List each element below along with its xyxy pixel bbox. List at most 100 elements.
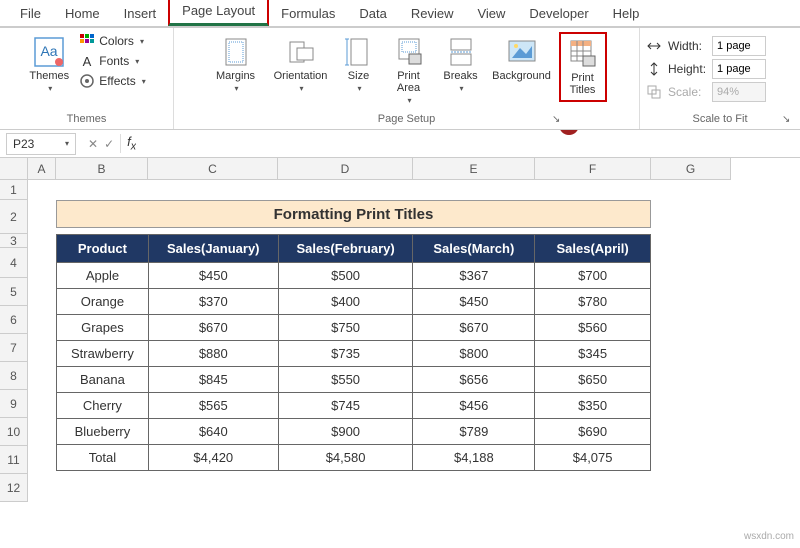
- cell[interactable]: $670: [148, 315, 278, 341]
- height-input[interactable]: [712, 59, 766, 79]
- cell[interactable]: $500: [278, 263, 413, 289]
- cell[interactable]: $456: [413, 393, 535, 419]
- col-c[interactable]: C: [148, 158, 278, 180]
- cell[interactable]: $900: [278, 419, 413, 445]
- row-9[interactable]: 9: [0, 390, 28, 418]
- cell[interactable]: $565: [148, 393, 278, 419]
- cell[interactable]: Blueberry: [57, 419, 149, 445]
- row-6[interactable]: 6: [0, 306, 28, 334]
- row-5[interactable]: 5: [0, 278, 28, 306]
- formula-input[interactable]: [136, 133, 800, 155]
- tab-data[interactable]: Data: [347, 1, 398, 26]
- size-button[interactable]: Size▾: [337, 32, 381, 97]
- themes-button[interactable]: Aa Themes ▾: [25, 32, 73, 97]
- cell[interactable]: $370: [148, 289, 278, 315]
- th-mar[interactable]: Sales(March): [413, 235, 535, 263]
- cell[interactable]: $400: [278, 289, 413, 315]
- col-d[interactable]: D: [278, 158, 413, 180]
- th-product[interactable]: Product: [57, 235, 149, 263]
- tab-formulas[interactable]: Formulas: [269, 1, 347, 26]
- tab-page-layout[interactable]: Page Layout: [168, 0, 269, 26]
- row-12[interactable]: 12: [0, 474, 28, 502]
- row-8[interactable]: 8: [0, 362, 28, 390]
- row-3[interactable]: 3: [0, 234, 28, 248]
- page-setup-launcher[interactable]: ↘: [552, 114, 560, 125]
- col-f[interactable]: F: [535, 158, 651, 180]
- tab-insert[interactable]: Insert: [112, 1, 169, 26]
- table-row: Apple$450$500$367$700: [57, 263, 651, 289]
- colors-button[interactable]: Colors▾: [77, 32, 147, 50]
- cell[interactable]: $880: [148, 341, 278, 367]
- cell[interactable]: $800: [413, 341, 535, 367]
- cell[interactable]: Apple: [57, 263, 149, 289]
- th-jan[interactable]: Sales(January): [148, 235, 278, 263]
- group-themes-label: Themes: [67, 111, 107, 129]
- cell[interactable]: $4,075: [535, 445, 651, 471]
- tab-help[interactable]: Help: [601, 1, 652, 26]
- row-2[interactable]: 2: [0, 200, 28, 234]
- cell[interactable]: $650: [535, 367, 651, 393]
- cell[interactable]: $745: [278, 393, 413, 419]
- margins-button[interactable]: Margins▾: [207, 32, 265, 97]
- cancel-icon[interactable]: ✕: [88, 137, 98, 151]
- print-area-button[interactable]: Print Area▾: [385, 32, 433, 109]
- cell[interactable]: $367: [413, 263, 535, 289]
- tab-home[interactable]: Home: [53, 1, 112, 26]
- cell[interactable]: $550: [278, 367, 413, 393]
- cell[interactable]: $350: [535, 393, 651, 419]
- cell[interactable]: $450: [413, 289, 535, 315]
- cell[interactable]: Orange: [57, 289, 149, 315]
- cell[interactable]: $750: [278, 315, 413, 341]
- size-label: Size: [348, 70, 369, 82]
- row-10[interactable]: 10: [0, 418, 28, 446]
- th-apr[interactable]: Sales(April): [535, 235, 651, 263]
- cell[interactable]: $450: [148, 263, 278, 289]
- th-feb[interactable]: Sales(February): [278, 235, 413, 263]
- cell[interactable]: $789: [413, 419, 535, 445]
- cell[interactable]: $4,188: [413, 445, 535, 471]
- cell[interactable]: Grapes: [57, 315, 149, 341]
- cell[interactable]: $670: [413, 315, 535, 341]
- background-button[interactable]: Background: [489, 32, 555, 86]
- cell[interactable]: $4,580: [278, 445, 413, 471]
- enter-icon[interactable]: ✓: [104, 137, 114, 151]
- row-11[interactable]: 11: [0, 446, 28, 474]
- cell[interactable]: $700: [535, 263, 651, 289]
- cell[interactable]: Banana: [57, 367, 149, 393]
- tab-file[interactable]: File: [8, 1, 53, 26]
- tab-review[interactable]: Review: [399, 1, 466, 26]
- cell[interactable]: Strawberry: [57, 341, 149, 367]
- tab-view[interactable]: View: [465, 1, 517, 26]
- tab-developer[interactable]: Developer: [517, 1, 600, 26]
- fonts-button[interactable]: A Fonts▾: [77, 52, 147, 70]
- select-all-corner[interactable]: [0, 158, 28, 180]
- colors-icon: [79, 33, 95, 49]
- col-a[interactable]: A: [28, 158, 56, 180]
- col-e[interactable]: E: [413, 158, 535, 180]
- cell[interactable]: $690: [535, 419, 651, 445]
- cell[interactable]: $640: [148, 419, 278, 445]
- breaks-button[interactable]: Breaks▾: [437, 32, 485, 97]
- effects-button[interactable]: Effects▾: [77, 72, 147, 90]
- cell[interactable]: $780: [535, 289, 651, 315]
- cell[interactable]: $845: [148, 367, 278, 393]
- col-g[interactable]: G: [651, 158, 731, 180]
- row-1[interactable]: 1: [0, 180, 28, 200]
- cell[interactable]: $735: [278, 341, 413, 367]
- cell[interactable]: $345: [535, 341, 651, 367]
- width-input[interactable]: [712, 36, 766, 56]
- cell[interactable]: $656: [413, 367, 535, 393]
- name-box[interactable]: P23 ▾: [6, 133, 76, 155]
- cell[interactable]: Cherry: [57, 393, 149, 419]
- cell[interactable]: $560: [535, 315, 651, 341]
- row-4[interactable]: 4: [0, 248, 28, 278]
- orientation-button[interactable]: Orientation▾: [269, 32, 333, 97]
- row-7[interactable]: 7: [0, 334, 28, 362]
- cell[interactable]: $4,420: [148, 445, 278, 471]
- scale-launcher[interactable]: ↘: [782, 114, 790, 125]
- fx-icon[interactable]: fx: [120, 134, 136, 153]
- cell[interactable]: Total: [57, 445, 149, 471]
- col-b[interactable]: B: [56, 158, 148, 180]
- print-titles-button[interactable]: Print Titles: [559, 32, 607, 102]
- svg-text:A: A: [83, 54, 92, 69]
